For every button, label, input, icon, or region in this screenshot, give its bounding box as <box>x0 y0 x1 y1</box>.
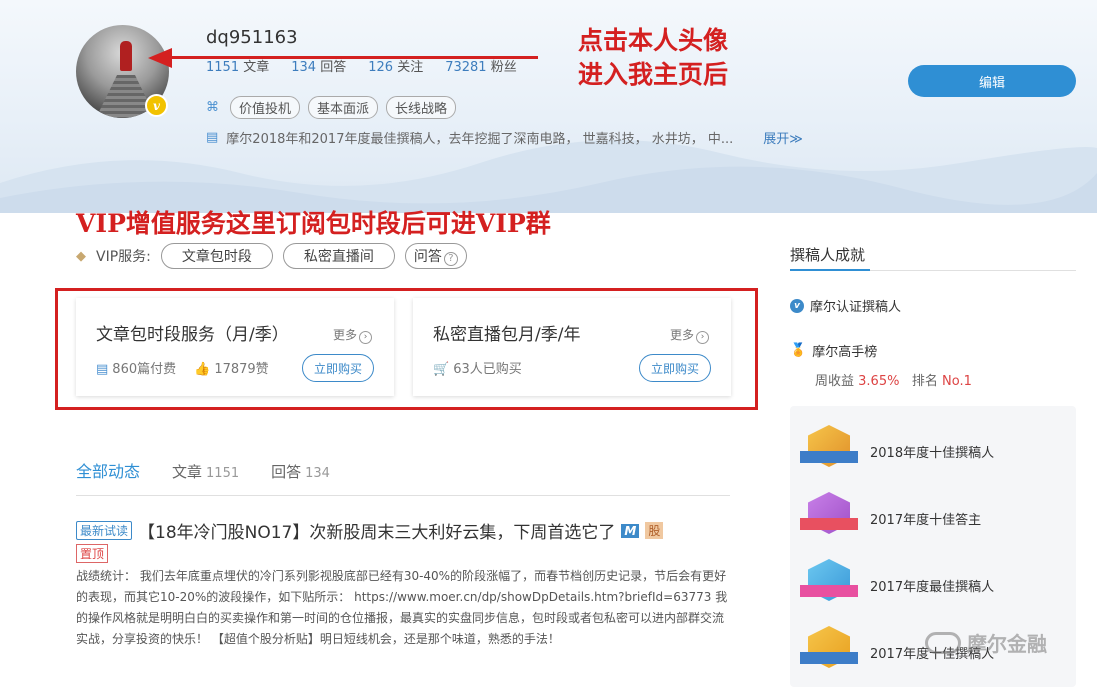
logo-icon <box>925 631 961 654</box>
article-title-row[interactable]: 最新试读 【18年冷门股NO17】次新股周末三大利好云集，下周首选它了 M 股 <box>76 518 664 543</box>
trophy-icon <box>800 559 858 611</box>
vip-annotation: VIP增值服务这里订阅包时段后可进VIP群 <box>76 209 551 238</box>
buy-button[interactable]: 立即购买 <box>639 354 711 382</box>
question-icon: ? <box>443 252 458 266</box>
vip-pill-qa[interactable]: 问答? <box>404 243 467 269</box>
achievement-top-rank: 🏅 摩尔高手榜 <box>790 343 878 360</box>
honor-item: 2017年度十佳答主 <box>800 492 981 544</box>
tab-all[interactable]: 全部动态 <box>76 458 140 482</box>
buy-button[interactable]: 立即购买 <box>302 354 374 382</box>
divider <box>76 495 730 496</box>
sidebar-title: 撰稿人成就 <box>790 246 866 264</box>
article-title[interactable]: 【18年冷门股NO17】次新股周末三大利好云集，下周首选它了 <box>138 518 615 543</box>
tag[interactable]: 基本面派 <box>308 96 379 119</box>
live-package-card: 私密直播包月/季/年 更多 › 🛒 63人已购买 立即购买 <box>413 298 731 396</box>
bio: ▤ 摩尔2018年和2017年度最佳撰稿人，去年挖掘了深南电路， 世嘉科技， 水… <box>206 128 803 147</box>
vip-pill-live[interactable]: 私密直播间 <box>282 243 395 269</box>
cart-icon: 🛒 <box>433 362 450 377</box>
more-link[interactable]: 更多 › <box>670 326 709 344</box>
tags-icon: ⌘ <box>206 100 219 115</box>
moer-badge: M <box>621 523 640 538</box>
more-link[interactable]: 更多 › <box>333 326 372 344</box>
card-title: 文章包时段服务（月/季） <box>96 325 289 345</box>
tag-row: ⌘ 价值投机 基本面派 长线战略 <box>206 96 457 119</box>
document-icon: ▤ <box>96 362 109 377</box>
article-excerpt[interactable]: 战绩统计： 我们去年底重点埋伏的冷门系列影视股底部已经有30-40%的阶段涨幅了… <box>76 566 730 650</box>
verified-v-icon: v <box>790 298 804 313</box>
card-meta: 🛒 63人已购买 <box>433 362 522 377</box>
chevron-right-icon: › <box>359 331 372 344</box>
avatar-figure <box>120 41 132 71</box>
tab-articles[interactable]: 文章 1151 <box>172 461 239 482</box>
badge-new: 最新试读 <box>76 521 133 540</box>
trophy-icon <box>800 492 858 544</box>
card-meta: ▤ 860篇付费 👍 17879赞 <box>96 362 269 377</box>
stock-badge: 股 <box>645 522 664 539</box>
pinned-badge: 置顶 <box>76 544 109 563</box>
achievement-certified: v 摩尔认证撰稿人 <box>790 296 901 315</box>
expand-button[interactable]: 展开≫ <box>763 128 803 147</box>
annotation-arrow-head <box>148 48 172 68</box>
verified-v-icon: v <box>145 94 168 117</box>
chevron-right-icon: › <box>696 331 709 344</box>
feed-tabs: 全部动态 文章 1151 回答 134 <box>76 458 330 482</box>
edit-button[interactable]: 编辑 <box>908 65 1076 97</box>
document-icon: ▤ <box>206 130 219 145</box>
trophy-icon <box>800 425 858 477</box>
tab-answers[interactable]: 回答 134 <box>271 461 330 482</box>
watermark: 摩尔金融 <box>925 628 1047 657</box>
bio-text: 摩尔2018年和2017年度最佳撰稿人，去年挖掘了深南电路， 世嘉科技， 水井坊… <box>226 132 734 147</box>
medal-icon: 🏅 <box>790 343 807 358</box>
mountain-background <box>0 140 1097 213</box>
trophy-icon <box>800 626 858 678</box>
weekly-stats: 周收益 3.65% 排名 No.1 <box>815 374 972 389</box>
chevron-down-icon: ≫ <box>789 132 803 147</box>
avatar-annotation: 点击本人头像 进入我主页后 <box>578 26 729 89</box>
tag[interactable]: 长线战略 <box>386 96 457 119</box>
vip-service-row: ◆ VIP服务: 文章包时段 私密直播间 问答? <box>76 243 467 269</box>
thumbs-up-icon: 👍 <box>194 362 211 377</box>
vip-pill-article[interactable]: 文章包时段 <box>160 243 273 269</box>
username: dq951163 <box>206 27 298 48</box>
annotation-arrow-line <box>170 56 538 59</box>
honor-item: 2018年度十佳撰稿人 <box>800 425 994 477</box>
card-title: 私密直播包月/季/年 <box>433 325 581 345</box>
article-package-card: 文章包时段服务（月/季） 更多 › ▤ 860篇付费 👍 17879赞 立即购买 <box>76 298 394 396</box>
active-underline <box>790 269 870 271</box>
vip-label: VIP服务: <box>96 249 151 265</box>
tag[interactable]: 价值投机 <box>230 96 301 119</box>
diamond-icon: ◆ <box>76 248 86 264</box>
honor-item: 2017年度最佳撰稿人 <box>800 559 994 611</box>
